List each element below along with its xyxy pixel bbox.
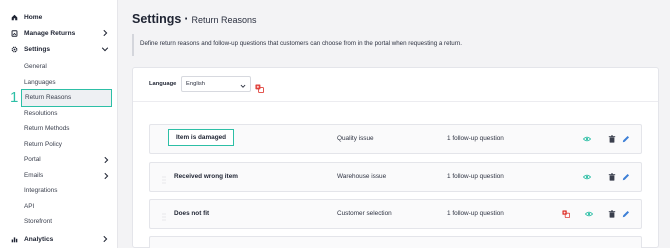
- eye-icon[interactable]: [585, 210, 593, 218]
- edit-icon[interactable]: [622, 135, 630, 143]
- sidebar-item-storefront[interactable]: Storefront: [21, 215, 112, 229]
- reason-row[interactable]: Does not fit Customer selection 1 follow…: [149, 199, 642, 229]
- eye-icon[interactable]: [583, 173, 591, 181]
- trash-icon[interactable]: [608, 135, 616, 143]
- sidebar: Home Manage Returns Settings General Lan…: [0, 0, 118, 248]
- reason-row[interactable]: [149, 236, 642, 248]
- drag-handle-icon[interactable]: [162, 209, 166, 221]
- sidebar-item-general[interactable]: General: [21, 60, 112, 74]
- reason-followup-count: 1 follow-up question: [447, 173, 504, 180]
- sidebar-item-label: Emails: [24, 172, 44, 179]
- translate-icon[interactable]: [562, 210, 570, 218]
- page-title: Settings · Return Reasons: [132, 12, 257, 26]
- reason-row[interactable]: Item is damaged Quality issue 1 follow-u…: [149, 124, 642, 154]
- reason-followup-count: 1 follow-up question: [447, 135, 504, 142]
- reason-followup-count: 1 follow-up question: [447, 210, 504, 217]
- gear-icon: [11, 46, 18, 53]
- edit-icon[interactable]: [622, 210, 630, 218]
- translate-icon[interactable]: [255, 80, 264, 93]
- eye-icon[interactable]: [583, 135, 591, 143]
- sidebar-item-label: Return Reasons: [25, 94, 72, 101]
- chevron-down-icon: [101, 45, 109, 53]
- reason-category: Warehouse issue: [337, 173, 387, 180]
- sidebar-item-home[interactable]: Home: [0, 9, 117, 25]
- description-text: Define return reasons and follow-up ques…: [140, 40, 462, 47]
- sidebar-item-label: Portal: [24, 156, 41, 163]
- sidebar-item-api[interactable]: API: [21, 200, 112, 214]
- sidebar-item-portal[interactable]: Portal: [21, 153, 112, 167]
- reason-name[interactable]: Item is damaged: [168, 129, 235, 146]
- home-icon: [11, 14, 18, 21]
- sidebar-item-analytics[interactable]: Analytics: [0, 231, 117, 247]
- language-select-value: English: [186, 81, 206, 87]
- page-title-text: Settings: [132, 12, 182, 26]
- sidebar-item-label: Integrations: [24, 187, 58, 194]
- language-label: Language: [149, 81, 177, 87]
- sidebar-item-languages[interactable]: Languages: [21, 76, 112, 90]
- main-content: Settings · Return Reasons Define return re…: [118, 0, 670, 248]
- sidebar-item-settings[interactable]: Settings: [0, 41, 117, 57]
- page-subtitle: Return Reasons: [191, 15, 257, 25]
- reason-category: Customer selection: [337, 210, 392, 217]
- sidebar-item-label: Languages: [24, 79, 56, 86]
- sidebar-item-return-methods[interactable]: Return Methods: [21, 122, 112, 136]
- sidebar-item-label: Manage Returns: [24, 29, 76, 37]
- description-callout: Define return reasons and follow-up ques…: [132, 34, 670, 56]
- sidebar-item-return-policy[interactable]: Return Policy: [21, 138, 112, 152]
- sidebar-item-label: Return Policy: [24, 141, 63, 148]
- step-marker-1: 1: [10, 89, 19, 106]
- sidebar-item-label: API: [24, 203, 35, 210]
- chevron-right-icon: [101, 29, 109, 37]
- reason-category: Quality issue: [337, 135, 374, 142]
- bar-chart-icon: [11, 236, 18, 243]
- sidebar-item-label: Return Methods: [24, 125, 70, 132]
- sidebar-item-label: Resolutions: [24, 110, 58, 117]
- sidebar-item-manage-returns[interactable]: Manage Returns: [0, 25, 117, 41]
- chevron-down-icon: [240, 81, 246, 88]
- sidebar-item-label: Storefront: [24, 218, 53, 225]
- drag-handle-icon[interactable]: [162, 172, 166, 184]
- chevron-right-icon: [102, 172, 110, 180]
- sidebar-item-label: Settings: [24, 45, 51, 53]
- title-separator: ·: [184, 12, 189, 26]
- edit-icon[interactable]: [622, 173, 630, 181]
- sidebar-item-return-reasons[interactable]: Return Reasons: [21, 89, 112, 107]
- sidebar-item-label: Home: [24, 13, 43, 21]
- sidebar-item-integrations[interactable]: Integrations: [21, 184, 112, 198]
- language-bar: Language English: [133, 68, 658, 102]
- sidebar-item-label: General: [24, 63, 47, 70]
- sidebar-item-resolutions[interactable]: Resolutions: [21, 107, 112, 121]
- sidebar-item-emails[interactable]: Emails: [21, 169, 112, 183]
- chevron-right-icon: [102, 156, 110, 164]
- return-reasons-card: Language English 2 Item is damaged Quali…: [132, 67, 659, 248]
- reason-name[interactable]: Does not fit: [174, 210, 209, 217]
- trash-icon[interactable]: [608, 173, 616, 181]
- reason-row[interactable]: Received wrong item Warehouse issue 1 fo…: [149, 162, 642, 192]
- chevron-right-icon: [101, 235, 109, 243]
- box-icon: [11, 29, 18, 37]
- reason-name[interactable]: Received wrong item: [174, 173, 238, 180]
- sidebar-item-label: Analytics: [24, 235, 54, 243]
- language-select[interactable]: English: [181, 76, 251, 92]
- trash-icon[interactable]: [608, 210, 616, 218]
